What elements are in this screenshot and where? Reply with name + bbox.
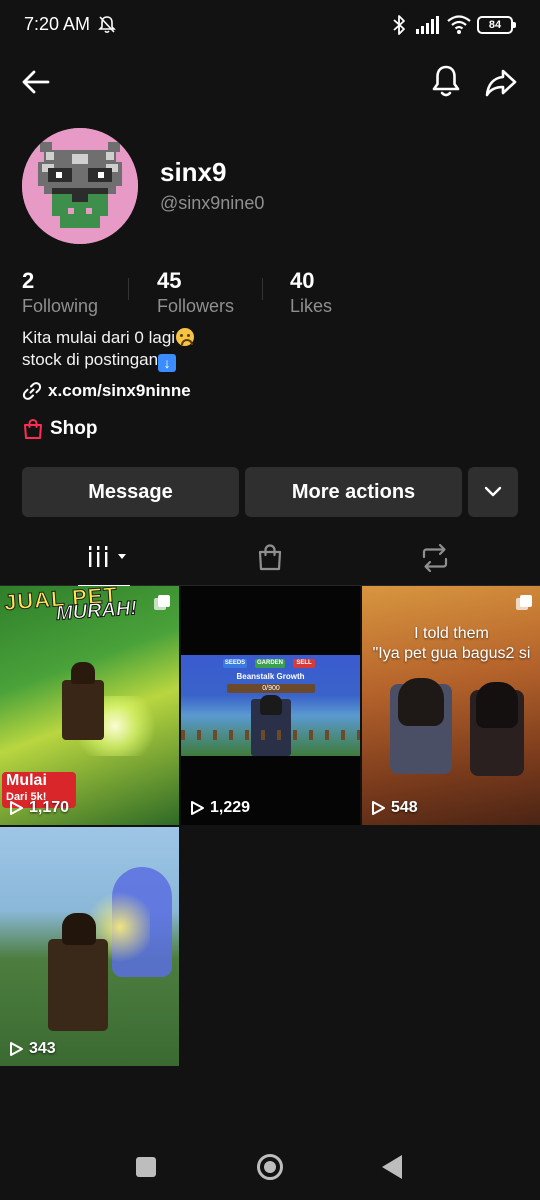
stat-divider	[128, 278, 129, 300]
stat-divider	[262, 278, 263, 300]
likes-label: Likes	[290, 296, 333, 316]
view-count-value: 1,229	[210, 799, 251, 816]
play-icon	[10, 801, 23, 815]
multi-photo-icon	[516, 595, 532, 610]
chevron-down-icon	[484, 486, 502, 497]
play-icon	[191, 801, 204, 815]
followers-label: Followers	[157, 296, 235, 316]
followers-count: 45	[157, 268, 182, 293]
tab-videos[interactable]	[0, 530, 180, 587]
home-icon[interactable]	[257, 1154, 283, 1180]
view-count-value: 548	[391, 799, 418, 816]
thumbnail-tag: SELL	[293, 659, 315, 668]
mute-icon	[98, 16, 116, 34]
down-arrow-emoji-icon: ↓	[158, 354, 177, 372]
more-actions-button[interactable]: More actions	[245, 467, 462, 517]
thumbnail-character	[470, 682, 524, 776]
multi-photo-icon	[154, 595, 170, 610]
bio-line-1: Kita mulai dari 0 lagi	[22, 327, 195, 349]
profile-tabs	[0, 530, 540, 587]
bio: Kita mulai dari 0 lagi stock di postinga…	[22, 327, 195, 372]
thumbnail-game-title: Beanstalk Growth	[236, 672, 305, 681]
recent-apps-icon[interactable]	[136, 1157, 156, 1177]
following-stat[interactable]: 2 Following	[22, 268, 98, 317]
battery-icon: 84	[477, 16, 516, 34]
bio-text-2: stock di postingan	[22, 350, 159, 369]
video-tile[interactable]: I told them "Iya pet gua bagus2 si 548	[362, 586, 540, 825]
username: @sinx9nine0	[160, 193, 265, 213]
shopping-bag-icon	[24, 418, 42, 439]
thumbnail-character	[390, 678, 452, 774]
thumbnail-caption-line: I told them	[414, 625, 489, 642]
following-count: 2	[22, 268, 35, 293]
videos-grid-icon	[89, 546, 126, 567]
thumbnail-character	[62, 662, 104, 740]
video-tile[interactable]: JUAL PET MURAH! Mulai Dari 5k! 1,170	[0, 586, 179, 825]
raccoon-avatar-icon	[22, 128, 138, 244]
profile-link[interactable]: x.com/sinx9ninne	[22, 381, 191, 401]
thumbnail-tag: GARDEN	[255, 659, 285, 668]
view-count: 548	[370, 799, 418, 817]
view-count: 1,229	[189, 799, 250, 817]
thumbnail-caption-line: "Iya pet gua bagus2 si	[372, 645, 531, 662]
repost-icon	[422, 543, 448, 573]
sad-face-emoji-icon	[176, 328, 195, 346]
likes-stat[interactable]: 40 Likes	[290, 268, 332, 317]
status-bar: 7:20 AM 84	[0, 0, 540, 52]
suggested-accounts-dropdown-button[interactable]	[468, 467, 518, 517]
shop-bag-icon	[258, 544, 282, 571]
thumbnail-caption: I told them "Iya pet gua bagus2 si	[362, 624, 540, 664]
wifi-icon	[447, 15, 471, 34]
thumbnail-fence	[181, 730, 360, 740]
thumbnail-progress: 0/900	[227, 684, 315, 693]
play-icon	[10, 1042, 23, 1056]
display-name: sinx9	[160, 157, 227, 187]
thumbnail-character	[48, 913, 108, 1031]
view-count: 1,170	[8, 799, 69, 817]
profile-link-text[interactable]: x.com/sinx9ninne	[48, 381, 191, 401]
tab-shop[interactable]	[180, 530, 360, 586]
view-count: 343	[8, 1040, 56, 1058]
tab-reposts[interactable]	[360, 530, 540, 586]
shop-label: Shop	[50, 418, 98, 439]
view-count-value: 1,170	[29, 799, 70, 816]
share-icon[interactable]	[482, 63, 520, 101]
avatar[interactable]	[22, 128, 138, 244]
followers-stat[interactable]: 45 Followers	[157, 268, 234, 317]
play-icon	[372, 801, 385, 815]
view-count-value: 343	[29, 1040, 56, 1057]
system-nav-bar	[0, 1130, 540, 1200]
thumbnail-game-screen: SEEDS GARDEN SELL Beanstalk Growth 0/900	[181, 655, 360, 756]
video-tile[interactable]: SEEDS GARDEN SELL Beanstalk Growth 0/900…	[181, 586, 360, 825]
thumbnail-character	[251, 695, 291, 756]
bell-icon[interactable]	[428, 62, 464, 100]
thumbnail-badge-title: Mulai	[6, 772, 47, 789]
thumbnail-subtitle: MURAH!	[55, 597, 138, 626]
bluetooth-icon	[393, 15, 405, 35]
bio-line-2: stock di postingan ↓	[22, 349, 194, 372]
back-arrow-icon[interactable]	[18, 64, 54, 100]
bio-text-1: Kita mulai dari 0 lagi	[22, 328, 176, 347]
shop-link[interactable]: Shop	[22, 418, 98, 440]
following-label: Following	[22, 296, 99, 316]
message-button[interactable]: Message	[22, 467, 239, 517]
link-icon	[22, 382, 42, 400]
signal-icon	[416, 16, 439, 34]
likes-count: 40	[290, 268, 315, 293]
thumbnail-tag: SEEDS	[223, 659, 247, 668]
video-tile[interactable]: 343	[0, 827, 179, 1066]
system-back-icon[interactable]	[382, 1155, 402, 1179]
status-time: 7:20 AM	[24, 14, 91, 34]
